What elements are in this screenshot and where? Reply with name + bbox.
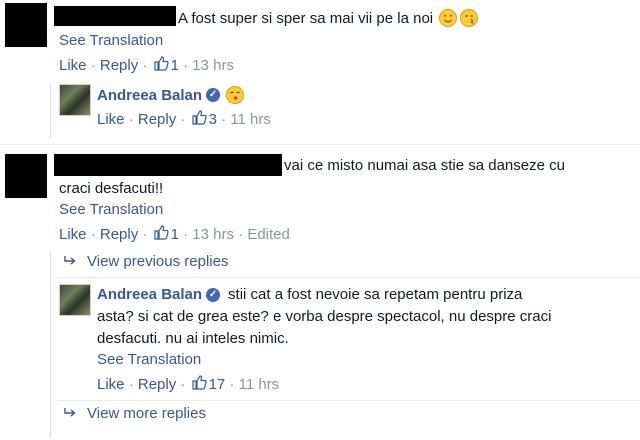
reply-link[interactable]: Reply [138, 376, 176, 393]
reply-thread-line [50, 84, 51, 138]
reply-divider [58, 400, 640, 401]
view-previous-replies-label[interactable]: View previous replies [87, 253, 228, 270]
avatar[interactable] [59, 284, 91, 316]
separator-dot: · [138, 57, 152, 74]
separator-dot: · [176, 111, 190, 128]
reply-link[interactable]: Reply [100, 57, 138, 74]
separator-dot: · [124, 376, 138, 393]
separator-dot: · [86, 57, 100, 74]
reaction-count[interactable]: 3 [209, 111, 217, 128]
separator-dot: · [176, 376, 190, 393]
reply-arrow-icon [63, 406, 77, 422]
reply-link[interactable]: Reply [100, 226, 138, 243]
comment-text: A fost super si sper sa mai vii pe la no… [178, 9, 434, 27]
separator-dot: · [233, 226, 248, 243]
kiss-emoji [226, 86, 245, 104]
commenter-avatar-redacted [5, 3, 47, 47]
timestamp[interactable]: 11 hrs [230, 111, 271, 128]
commenter-name-redacted [54, 6, 176, 26]
reply-text-line: asta? si cat de grea este? e vorba despr… [97, 308, 552, 325]
see-translation-link[interactable]: See Translation [97, 351, 201, 368]
view-more-replies-link[interactable]: View more replies [63, 405, 206, 422]
like-link[interactable]: Like [59, 57, 87, 74]
avatar[interactable] [59, 84, 91, 116]
reply-thread-line [50, 252, 51, 438]
commenter-avatar-redacted [5, 154, 47, 198]
comment-text-line: vai ce misto numai asa stie sa danseze c… [284, 157, 565, 174]
reply-text-line: desfacuti. nu ai inteles nimic. [97, 330, 289, 347]
reply-link[interactable]: Reply [138, 111, 176, 128]
wink-kiss-emoji [460, 9, 479, 27]
separator-dot: · [178, 57, 193, 74]
author-name[interactable]: Andreea Balan [97, 87, 202, 104]
edited-label[interactable]: Edited [247, 226, 290, 243]
reply-text-line: stii cat a fost nevoie sa repetam pentru… [228, 286, 523, 303]
verified-badge-icon: ✓ [206, 287, 221, 302]
comment-divider [0, 144, 640, 145]
see-translation-link[interactable]: See Translation [59, 32, 163, 49]
separator-dot: · [216, 111, 231, 128]
heart-eyes-emoji [439, 9, 458, 27]
see-translation-link[interactable]: See Translation [59, 201, 163, 218]
commenter-name-redacted [54, 154, 282, 176]
author-name[interactable]: Andreea Balan [97, 286, 202, 303]
reaction-count[interactable]: 1 [171, 226, 179, 243]
separator-dot: · [138, 226, 152, 243]
comment-text-line: craci desfacuti!! [59, 180, 164, 197]
verified-badge-icon: ✓ [206, 88, 221, 102]
like-link[interactable]: Like [59, 226, 87, 243]
reply-divider [58, 277, 640, 278]
separator-dot: · [124, 111, 138, 128]
view-more-replies-label[interactable]: View more replies [87, 405, 206, 422]
view-previous-replies-link[interactable]: View previous replies [63, 253, 228, 270]
reaction-count[interactable]: 1 [171, 57, 179, 74]
thumbs-up-icon[interactable] [153, 56, 169, 75]
thumbs-up-icon[interactable] [191, 375, 207, 394]
reply-arrow-icon [63, 254, 77, 270]
separator-dot: · [225, 376, 239, 393]
separator-dot: · [178, 226, 193, 243]
thumbs-up-icon[interactable] [191, 110, 207, 129]
timestamp[interactable]: 11 hrs [239, 376, 280, 393]
like-link[interactable]: Like [97, 111, 125, 128]
like-link[interactable]: Like [97, 376, 125, 393]
timestamp[interactable]: 13 hrs [192, 226, 234, 243]
timestamp[interactable]: 13 hrs [192, 57, 234, 74]
thumbs-up-icon[interactable] [153, 225, 169, 244]
reaction-count[interactable]: 17 [209, 376, 226, 393]
separator-dot: · [86, 226, 100, 243]
